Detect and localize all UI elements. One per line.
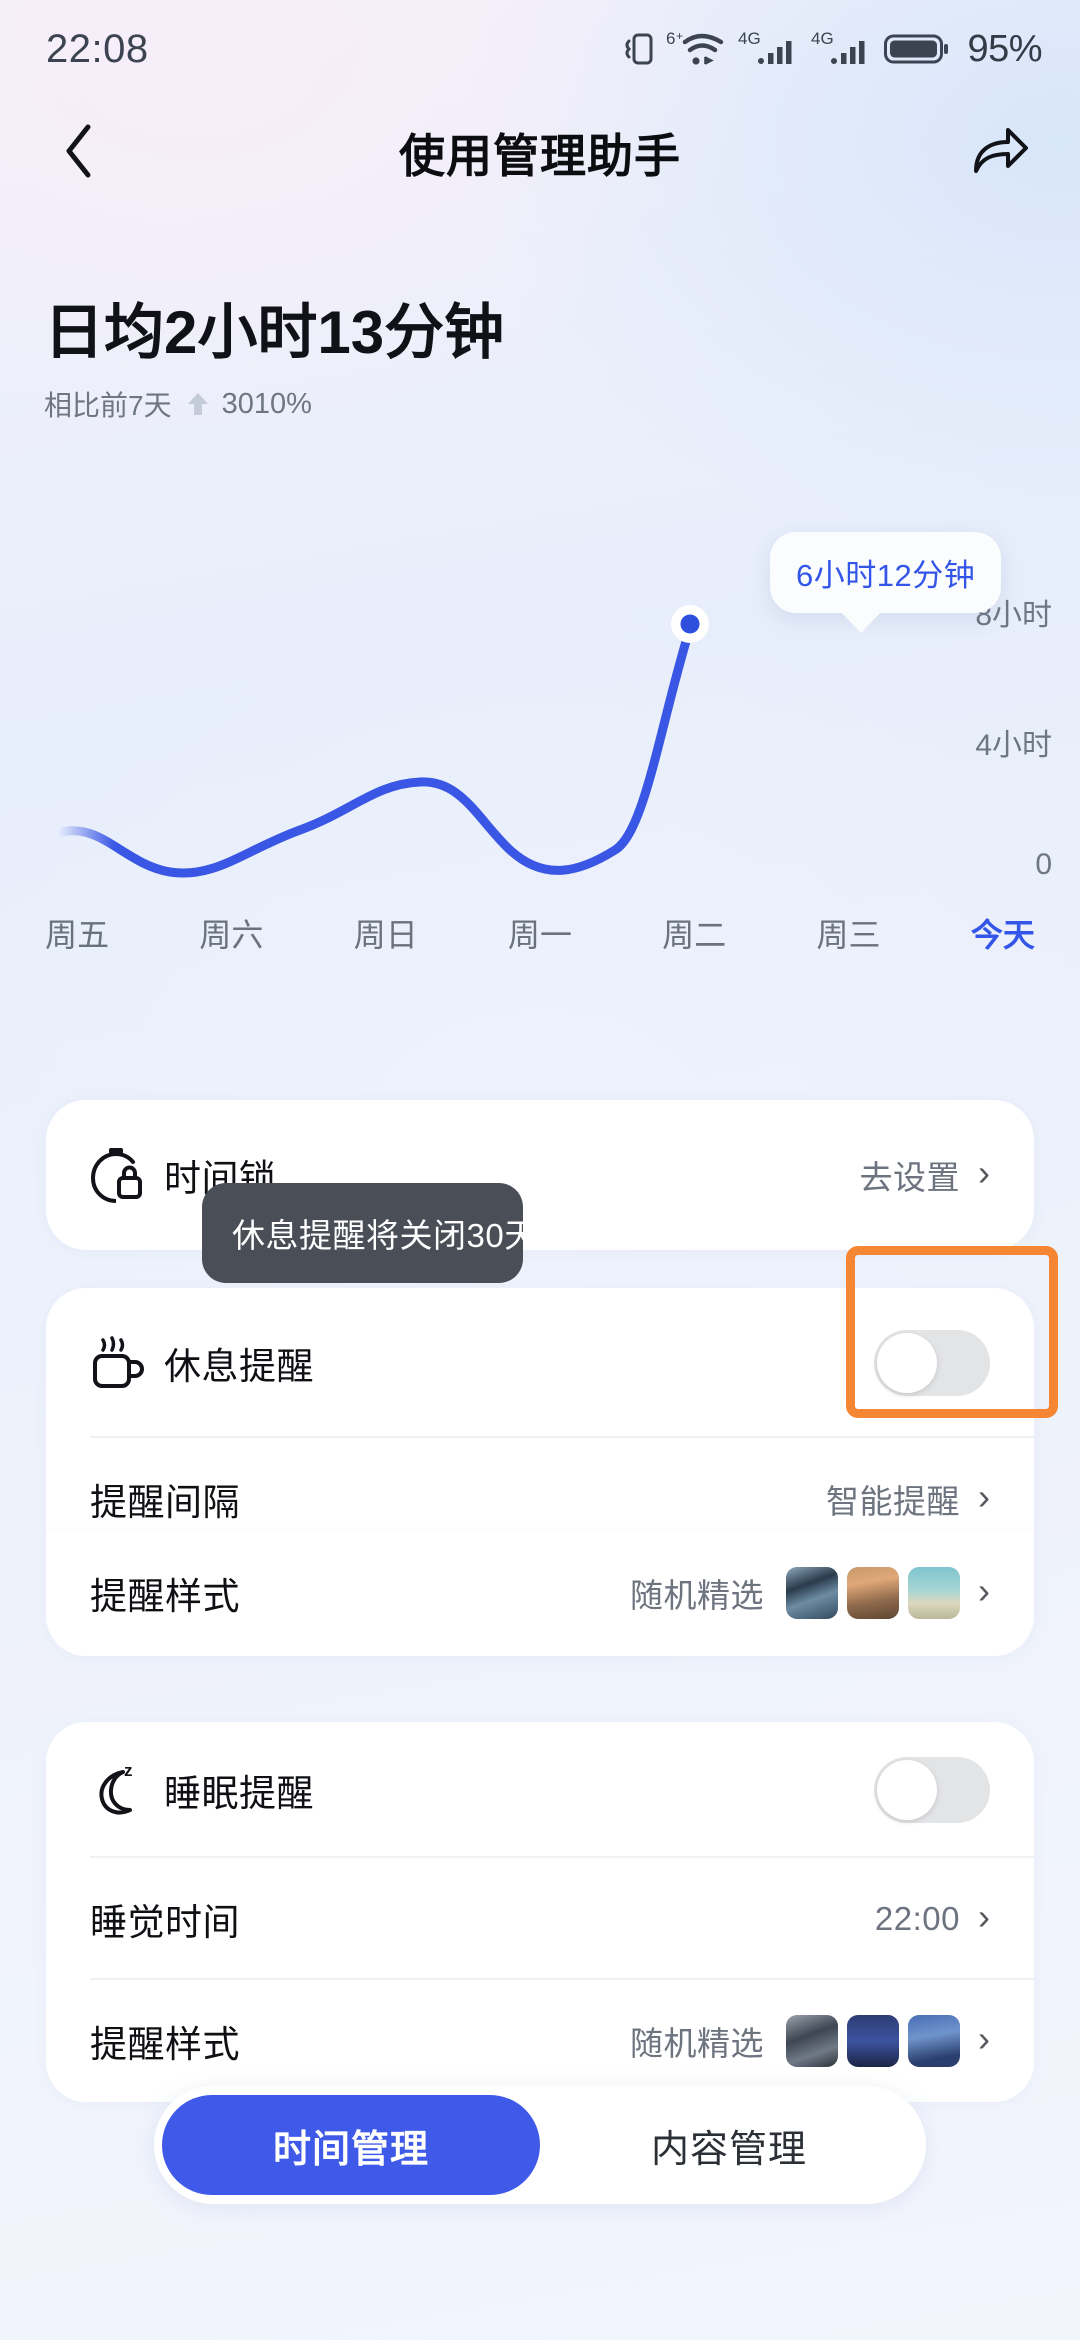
sleep-style-thumbnails bbox=[786, 2015, 960, 2067]
share-arrow-icon bbox=[972, 125, 1030, 182]
navigation-bar: 使用管理助手 bbox=[0, 98, 1080, 208]
sleep-reminder-toggle[interactable] bbox=[874, 1757, 990, 1823]
signal-4g-icon-2: 4G bbox=[811, 28, 873, 70]
usage-summary: 日均2小时13分钟 相比前7天 3010% bbox=[44, 300, 504, 424]
status-bar-icons: 6 + 4G 4G 95% bbox=[624, 28, 1042, 71]
svg-text:z: z bbox=[124, 1762, 133, 1780]
break-reminder-style-value-wrap: 随机精选 › bbox=[630, 1567, 990, 1619]
chart-line-path bbox=[53, 623, 695, 878]
day-tab-1[interactable]: 周六 bbox=[154, 910, 308, 956]
sleep-reminder-card: z 睡眠提醒 睡觉时间 22:00 › 提醒样式 随机精选 › bbox=[46, 1722, 1034, 2102]
bedtime-value-wrap: 22:00 › bbox=[874, 1896, 990, 1938]
chevron-right-icon: › bbox=[978, 1896, 990, 1937]
reminder-interval-label: 提醒间隔 bbox=[90, 1482, 240, 1523]
battery-icon bbox=[884, 31, 950, 67]
chevron-right-icon: › bbox=[978, 2018, 990, 2059]
battery-percent-label: 95% bbox=[967, 27, 1042, 70]
share-button[interactable] bbox=[966, 118, 1036, 188]
stopwatch-lock-icon bbox=[90, 1146, 164, 1204]
break-reminder-style-label: 提醒样式 bbox=[90, 1576, 240, 1617]
y-tick-4h: 4小时 bbox=[975, 729, 1052, 762]
arrow-up-icon bbox=[186, 390, 210, 418]
thumb-lighthouse bbox=[908, 1567, 960, 1619]
sleep-reminder-style-row[interactable]: 提醒样式 随机精选 › bbox=[46, 1980, 1034, 2102]
sleep-reminder-style-label: 提醒样式 bbox=[90, 2024, 240, 2065]
break-reminder-style-row[interactable]: 提醒样式 随机精选 › bbox=[46, 1532, 1034, 1654]
toast-text: 休息提醒将关闭30天 bbox=[232, 1217, 538, 1254]
day-tab-3[interactable]: 周一 bbox=[463, 910, 617, 956]
chart-tooltip: 6小时12分钟 bbox=[770, 532, 1002, 633]
svg-text:4G: 4G bbox=[811, 29, 834, 48]
time-lock-action[interactable]: 去设置 › bbox=[860, 1151, 991, 1199]
sleep-reminder-label: 睡眠提醒 bbox=[164, 1773, 314, 1814]
break-reminder-style-value: 随机精选 bbox=[630, 1577, 764, 1614]
thumb-grey-rock bbox=[786, 2015, 838, 2067]
break-style-thumbnails bbox=[786, 1567, 960, 1619]
toast-message: 休息提醒将关闭30天 bbox=[202, 1183, 538, 1283]
chart-day-axis: 周五 周六 周日 周一 周二 周三 今天 bbox=[0, 910, 1080, 956]
svg-text:6: 6 bbox=[666, 29, 675, 48]
time-lock-action-label: 去设置 bbox=[859, 1159, 960, 1196]
signal-4g-icon-1: 4G bbox=[738, 28, 800, 70]
reminder-interval-value: 智能提醒 bbox=[826, 1483, 960, 1520]
comparison-percent: 3010% bbox=[221, 387, 312, 420]
sleep-reminder-row[interactable]: z 睡眠提醒 bbox=[46, 1722, 1034, 1858]
bedtime-value: 22:00 bbox=[874, 1900, 960, 1937]
sleep-reminder-toggle-wrap[interactable] bbox=[874, 1757, 990, 1823]
comparison-label: 相比前7天 bbox=[44, 390, 172, 421]
bedtime-row[interactable]: 睡觉时间 22:00 › bbox=[46, 1858, 1034, 1980]
wifi-6plus-icon: 6 + bbox=[665, 28, 727, 70]
day-tab-today[interactable]: 今天 bbox=[926, 910, 1080, 956]
chevron-left-icon bbox=[62, 123, 96, 184]
sleep-reminder-style-value-wrap: 随机精选 › bbox=[630, 2015, 990, 2067]
thumb-sunset-peak bbox=[847, 1567, 899, 1619]
status-bar: 22:08 6 + 4G 4G 95% bbox=[0, 0, 1080, 98]
thumb-blue-sky bbox=[908, 2015, 960, 2067]
thumb-night-blue bbox=[847, 2015, 899, 2067]
y-tick-0: 0 bbox=[1035, 848, 1052, 881]
bedtime-label: 睡觉时间 bbox=[90, 1902, 240, 1943]
daily-average-headline: 日均2小时13分钟 bbox=[44, 299, 505, 366]
toggle-knob bbox=[877, 1760, 937, 1820]
chart-selected-point[interactable] bbox=[680, 614, 700, 634]
phone-screen: 22:08 6 + 4G 4G 95% 使用管理助手 日均2小时13分钟 相比前… bbox=[0, 0, 1080, 2340]
page-title: 使用管理助手 bbox=[399, 130, 681, 182]
chevron-right-icon: › bbox=[978, 1476, 990, 1517]
coffee-cup-icon bbox=[90, 1334, 164, 1392]
time-lock-card: 时间锁 去设置 › bbox=[46, 1100, 1034, 1250]
svg-text:4G: 4G bbox=[738, 29, 761, 48]
sleep-reminder-style-value: 随机精选 bbox=[630, 2025, 764, 2062]
day-tab-0[interactable]: 周五 bbox=[0, 910, 154, 956]
chart-tooltip-tail bbox=[840, 611, 882, 633]
chevron-right-icon: › bbox=[978, 1152, 990, 1193]
break-reminder-style-card: 提醒样式 随机精选 › bbox=[46, 1532, 1034, 1656]
back-button[interactable] bbox=[44, 118, 114, 188]
reminder-interval-value-wrap: 智能提醒 › bbox=[826, 1475, 990, 1523]
break-reminder-label: 休息提醒 bbox=[164, 1346, 314, 1387]
tab-time-management[interactable]: 时间管理 bbox=[162, 2095, 540, 2195]
chart-tooltip-label: 6小时12分钟 bbox=[796, 558, 976, 593]
day-tab-2[interactable]: 周日 bbox=[309, 910, 463, 956]
day-tab-4[interactable]: 周二 bbox=[617, 910, 771, 956]
thumb-mountain-blue bbox=[786, 1567, 838, 1619]
moon-sleep-icon: z bbox=[90, 1762, 164, 1818]
comparison-row: 相比前7天 3010% bbox=[44, 384, 504, 424]
time-lock-row[interactable]: 时间锁 去设置 › bbox=[46, 1100, 1034, 1250]
tab-content-management[interactable]: 内容管理 bbox=[540, 2095, 918, 2195]
svg-text:+: + bbox=[676, 29, 683, 43]
day-tab-5[interactable]: 周三 bbox=[771, 910, 925, 956]
status-bar-clock: 22:08 bbox=[46, 26, 149, 71]
highlight-box bbox=[846, 1246, 1058, 1418]
chevron-right-icon: › bbox=[978, 1570, 990, 1611]
vibrate-icon bbox=[624, 29, 654, 69]
bottom-tab-bar: 时间管理 内容管理 bbox=[154, 2086, 926, 2204]
